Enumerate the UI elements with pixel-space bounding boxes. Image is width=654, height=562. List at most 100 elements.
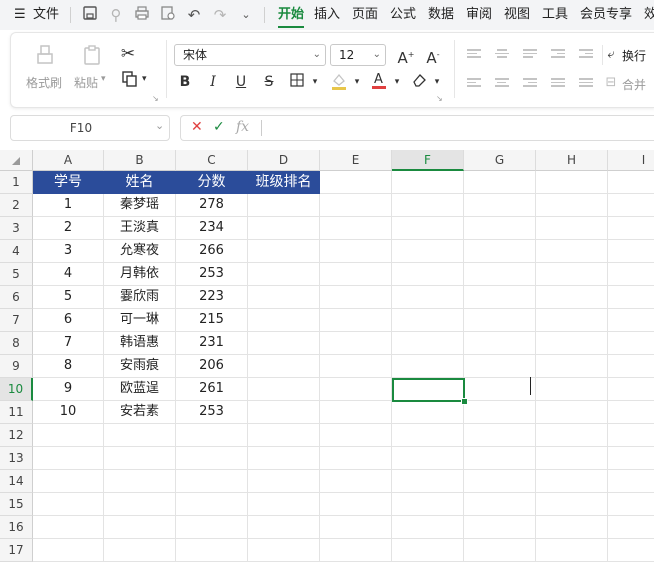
align-center-icon[interactable] [495, 76, 513, 92]
cell-a7[interactable]: 6 [33, 309, 104, 332]
print-preview-icon[interactable] [158, 5, 178, 25]
column-header-c[interactable]: C [176, 150, 248, 171]
cell-e6[interactable] [320, 286, 392, 309]
cell-h15[interactable] [536, 493, 608, 516]
bold-button[interactable]: B [176, 73, 194, 91]
cell-g1[interactable] [464, 171, 536, 194]
merge-cells-label[interactable]: 合并 [622, 76, 646, 93]
cell-g11[interactable] [464, 401, 536, 424]
column-header-g[interactable]: G [464, 150, 536, 171]
cell-g7[interactable] [464, 309, 536, 332]
cell-g15[interactable] [464, 493, 536, 516]
row-header-17[interactable]: 17 [0, 539, 33, 562]
cell-g13[interactable] [464, 447, 536, 470]
italic-button[interactable]: I [204, 73, 222, 91]
cell-b8[interactable]: 韩语惠 [104, 332, 176, 355]
chevron-down-icon[interactable]: ▾ [388, 73, 406, 91]
cell-f16[interactable] [392, 516, 464, 539]
cell-h8[interactable] [536, 332, 608, 355]
cell-d10[interactable] [248, 378, 320, 401]
cell-d15[interactable] [248, 493, 320, 516]
tab-formula[interactable]: 公式 [390, 0, 416, 30]
column-header-b[interactable]: B [104, 150, 176, 171]
cell-f13[interactable] [392, 447, 464, 470]
cancel-icon[interactable]: ✕ [191, 119, 203, 135]
cell-a10[interactable]: 9 [33, 378, 104, 401]
cell-g16[interactable] [464, 516, 536, 539]
cell-c6[interactable]: 223 [176, 286, 248, 309]
row-header-10[interactable]: 10 [0, 378, 33, 401]
cell-b7[interactable]: 可一琳 [104, 309, 176, 332]
paste-label[interactable]: 粘贴 [74, 74, 98, 91]
cell-b12[interactable] [104, 424, 176, 447]
row-header-15[interactable]: 15 [0, 493, 33, 516]
cell-d13[interactable] [248, 447, 320, 470]
cell-h5[interactable] [536, 263, 608, 286]
dialog-launcher-icon[interactable]: ↘ [152, 94, 159, 103]
cell-c2[interactable]: 278 [176, 194, 248, 217]
cell-g10[interactable] [464, 378, 536, 401]
decrease-indent-icon[interactable] [551, 47, 569, 63]
cell-e7[interactable] [320, 309, 392, 332]
fill-handle[interactable] [461, 398, 468, 405]
cell-b5[interactable]: 月韩依 [104, 263, 176, 286]
clear-format-icon[interactable] [410, 72, 428, 90]
cell-g6[interactable] [464, 286, 536, 309]
tab-review[interactable]: 审阅 [466, 0, 492, 30]
row-header-8[interactable]: 8 [0, 332, 33, 355]
cell-e13[interactable] [320, 447, 392, 470]
underline-button[interactable]: U [232, 73, 250, 91]
chevron-down-icon[interactable]: ▾ [306, 73, 324, 91]
confirm-icon[interactable]: ✓ [213, 119, 225, 135]
chevron-down-icon[interactable]: ⌄ [236, 5, 256, 25]
cell-g8[interactable] [464, 332, 536, 355]
row-header-14[interactable]: 14 [0, 470, 33, 493]
undo-icon[interactable]: ↶ [184, 5, 204, 25]
row-header-12[interactable]: 12 [0, 424, 33, 447]
dialog-launcher-icon[interactable]: ↘ [436, 94, 443, 103]
chevron-down-icon[interactable]: ▾ [142, 74, 147, 84]
tab-data[interactable]: 数据 [428, 0, 454, 30]
wrap-text-label[interactable]: 换行 [622, 47, 646, 64]
cell-a1[interactable]: 学号 [33, 171, 104, 194]
print-icon[interactable] [132, 5, 152, 25]
cell-a5[interactable]: 4 [33, 263, 104, 286]
cell-e16[interactable] [320, 516, 392, 539]
cell-a12[interactable] [33, 424, 104, 447]
cell-c5[interactable]: 253 [176, 263, 248, 286]
cell-f5[interactable] [392, 263, 464, 286]
cell-f3[interactable] [392, 217, 464, 240]
cell-a11[interactable]: 10 [33, 401, 104, 424]
cell-f6[interactable] [392, 286, 464, 309]
cell-b6[interactable]: 霎欣雨 [104, 286, 176, 309]
cell-e4[interactable] [320, 240, 392, 263]
cell-f17[interactable] [392, 539, 464, 562]
cell-a2[interactable]: 1 [33, 194, 104, 217]
tab-view[interactable]: 视图 [504, 0, 530, 30]
cell-e3[interactable] [320, 217, 392, 240]
cell-f4[interactable] [392, 240, 464, 263]
cell-i4[interactable] [608, 240, 654, 263]
cell-d16[interactable] [248, 516, 320, 539]
font-name-select[interactable]: 宋体 ⌄ [174, 44, 326, 66]
chevron-down-icon[interactable]: ▾ [101, 74, 106, 84]
distributed-icon[interactable] [579, 76, 597, 92]
column-header-f[interactable]: F [392, 150, 464, 171]
cut-icon[interactable]: ✂ [116, 42, 140, 66]
paste-icon[interactable] [80, 44, 104, 68]
cell-c7[interactable]: 215 [176, 309, 248, 332]
cell-f12[interactable] [392, 424, 464, 447]
tab-member[interactable]: 会员专享 [580, 0, 632, 30]
column-header-a[interactable]: A [33, 150, 104, 171]
merge-cells-icon[interactable]: ⊟ [604, 71, 618, 95]
name-box[interactable]: F10 ⌄ [10, 115, 170, 141]
cell-e14[interactable] [320, 470, 392, 493]
cell-c9[interactable]: 206 [176, 355, 248, 378]
format-painter-icon[interactable] [33, 44, 57, 68]
function-icon[interactable]: fx [236, 119, 249, 135]
cell-g9[interactable] [464, 355, 536, 378]
cell-b15[interactable] [104, 493, 176, 516]
select-all-corner[interactable] [0, 150, 33, 171]
chevron-down-icon[interactable]: ▾ [428, 73, 446, 91]
cell-d6[interactable] [248, 286, 320, 309]
